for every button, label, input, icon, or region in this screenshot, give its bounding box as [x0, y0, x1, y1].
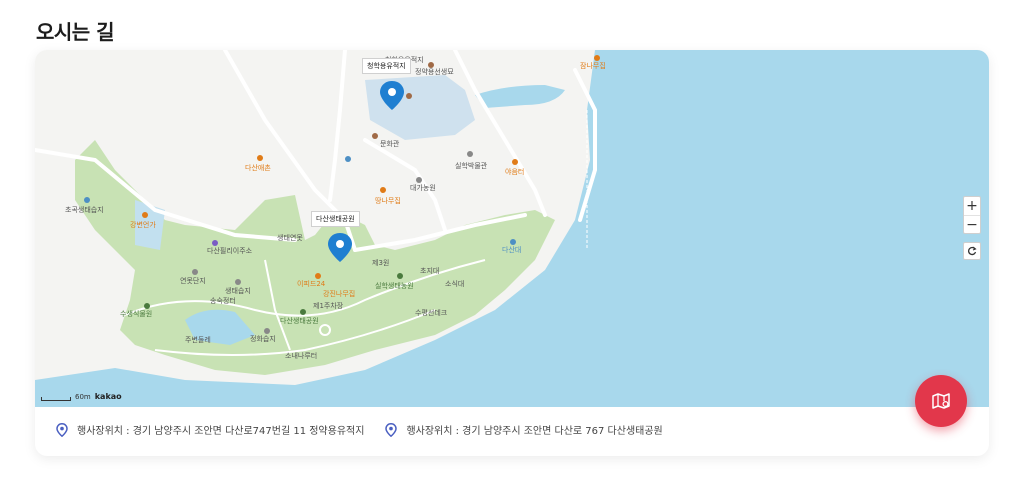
place-label: 수생식물원 — [120, 309, 152, 318]
place-label: 연못단지 — [180, 276, 206, 285]
place-label: 제1주차장 — [313, 301, 344, 310]
map-view[interactable]: 청학용유적지 정약용선생묘 문화관 실학박물관 대가농원 다산애촌 잠나무집 땅… — [35, 50, 989, 407]
poi-dot — [372, 133, 378, 139]
place-label: 수평선데크 — [415, 308, 448, 317]
place-label: 정화습지 — [250, 334, 276, 343]
pin-label: 청학용유적지 — [362, 58, 411, 74]
open-map-button[interactable] — [915, 375, 967, 427]
reset-map-button[interactable] — [963, 242, 981, 260]
location-pin-icon — [55, 422, 69, 437]
poi-dot — [144, 303, 150, 309]
poi-dot — [300, 309, 306, 315]
place-label: 다산생태공원 — [280, 316, 319, 325]
poi-dot — [315, 273, 321, 279]
poi-dot — [84, 197, 90, 203]
map-scale: 60m kakao — [41, 392, 122, 401]
map-canvas[interactable]: 청학용유적지 정약용선생묘 문화관 실학박물관 대가농원 다산애촌 잠나무집 땅… — [35, 50, 989, 407]
place-label: 이피드24 — [297, 279, 326, 288]
poi-dot — [428, 62, 434, 68]
poi-dot — [257, 155, 263, 161]
place-label: 소내나루터 — [285, 351, 317, 360]
place-label: 정약용선생묘 — [415, 67, 454, 76]
place-label: 생태습지 — [225, 286, 251, 295]
address-item: 행사장위치 : 경기 남양주시 조안면 다산로 767 다산생태공원 — [384, 422, 663, 437]
place-label: 문화관 — [380, 139, 400, 148]
place-label: 다산애촌 — [245, 163, 271, 172]
poi-dot — [264, 328, 270, 334]
poi-dot — [142, 212, 148, 218]
address-text: 행사장위치 : 경기 남양주시 조안면 다산로747번길 11 정약용유적지 — [77, 426, 365, 437]
map-card: 청학용유적지 정약용선생묘 문화관 실학박물관 대가농원 다산애촌 잠나무집 땅… — [35, 50, 989, 456]
zoom-out-button[interactable]: − — [964, 215, 980, 233]
poi-dot — [345, 156, 351, 162]
refresh-icon — [968, 246, 977, 256]
place-label: 땅나무집 — [375, 196, 401, 205]
poi-dot — [512, 159, 518, 165]
poi-dot — [192, 269, 198, 275]
poi-dot — [467, 151, 473, 157]
poi-dot — [594, 55, 600, 61]
location-pin-icon — [384, 422, 398, 437]
place-label: 송숙정터 — [210, 296, 236, 305]
zoom-in-button[interactable]: + — [964, 197, 980, 215]
address-item: 행사장위치 : 경기 남양주시 조안면 다산로747번길 11 정약용유적지 — [55, 422, 364, 437]
pin-label: 다산생태공원 — [311, 211, 360, 227]
place-label: 초곡생태습지 — [65, 205, 104, 214]
place-label: 강진나무집 — [323, 289, 355, 298]
place-label: 제3원 — [372, 258, 389, 267]
poi-dot — [397, 273, 403, 279]
address-list: 행사장위치 : 경기 남양주시 조안면 다산로747번길 11 정약용유적지 행… — [55, 422, 663, 437]
place-label: 다산필리이주소 — [207, 246, 253, 255]
section-title: 오시는 길 — [36, 20, 115, 44]
place-label: 초지대 — [420, 266, 439, 275]
poi-dot — [235, 279, 241, 285]
place-label: 잠나무집 — [580, 61, 606, 70]
poi-dot — [510, 239, 516, 245]
place-label: 소식대 — [445, 279, 464, 288]
place-label: 생태연못 — [277, 233, 303, 242]
place-label: 다산대 — [502, 245, 521, 254]
place-label: 실학생태농원 — [375, 281, 414, 290]
zoom-control: + − — [963, 196, 981, 234]
poi-dot — [416, 177, 422, 183]
poi-dot — [380, 187, 386, 193]
poi-dot — [212, 240, 218, 246]
place-label: 강변언가 — [130, 220, 156, 229]
address-text: 행사장위치 : 경기 남양주시 조안면 다산로 767 다산생태공원 — [406, 426, 663, 437]
kakao-logo: kakao — [94, 392, 122, 401]
map-marker-icon — [932, 393, 950, 409]
place-label: 야음터 — [505, 167, 524, 176]
place-label: 대가농원 — [410, 183, 436, 192]
scale-line — [41, 397, 71, 401]
scale-label: 60m — [75, 393, 91, 401]
poi-dot — [406, 93, 412, 99]
place-label: 주변둘레 — [185, 335, 211, 344]
place-label: 실학박물관 — [455, 161, 488, 170]
